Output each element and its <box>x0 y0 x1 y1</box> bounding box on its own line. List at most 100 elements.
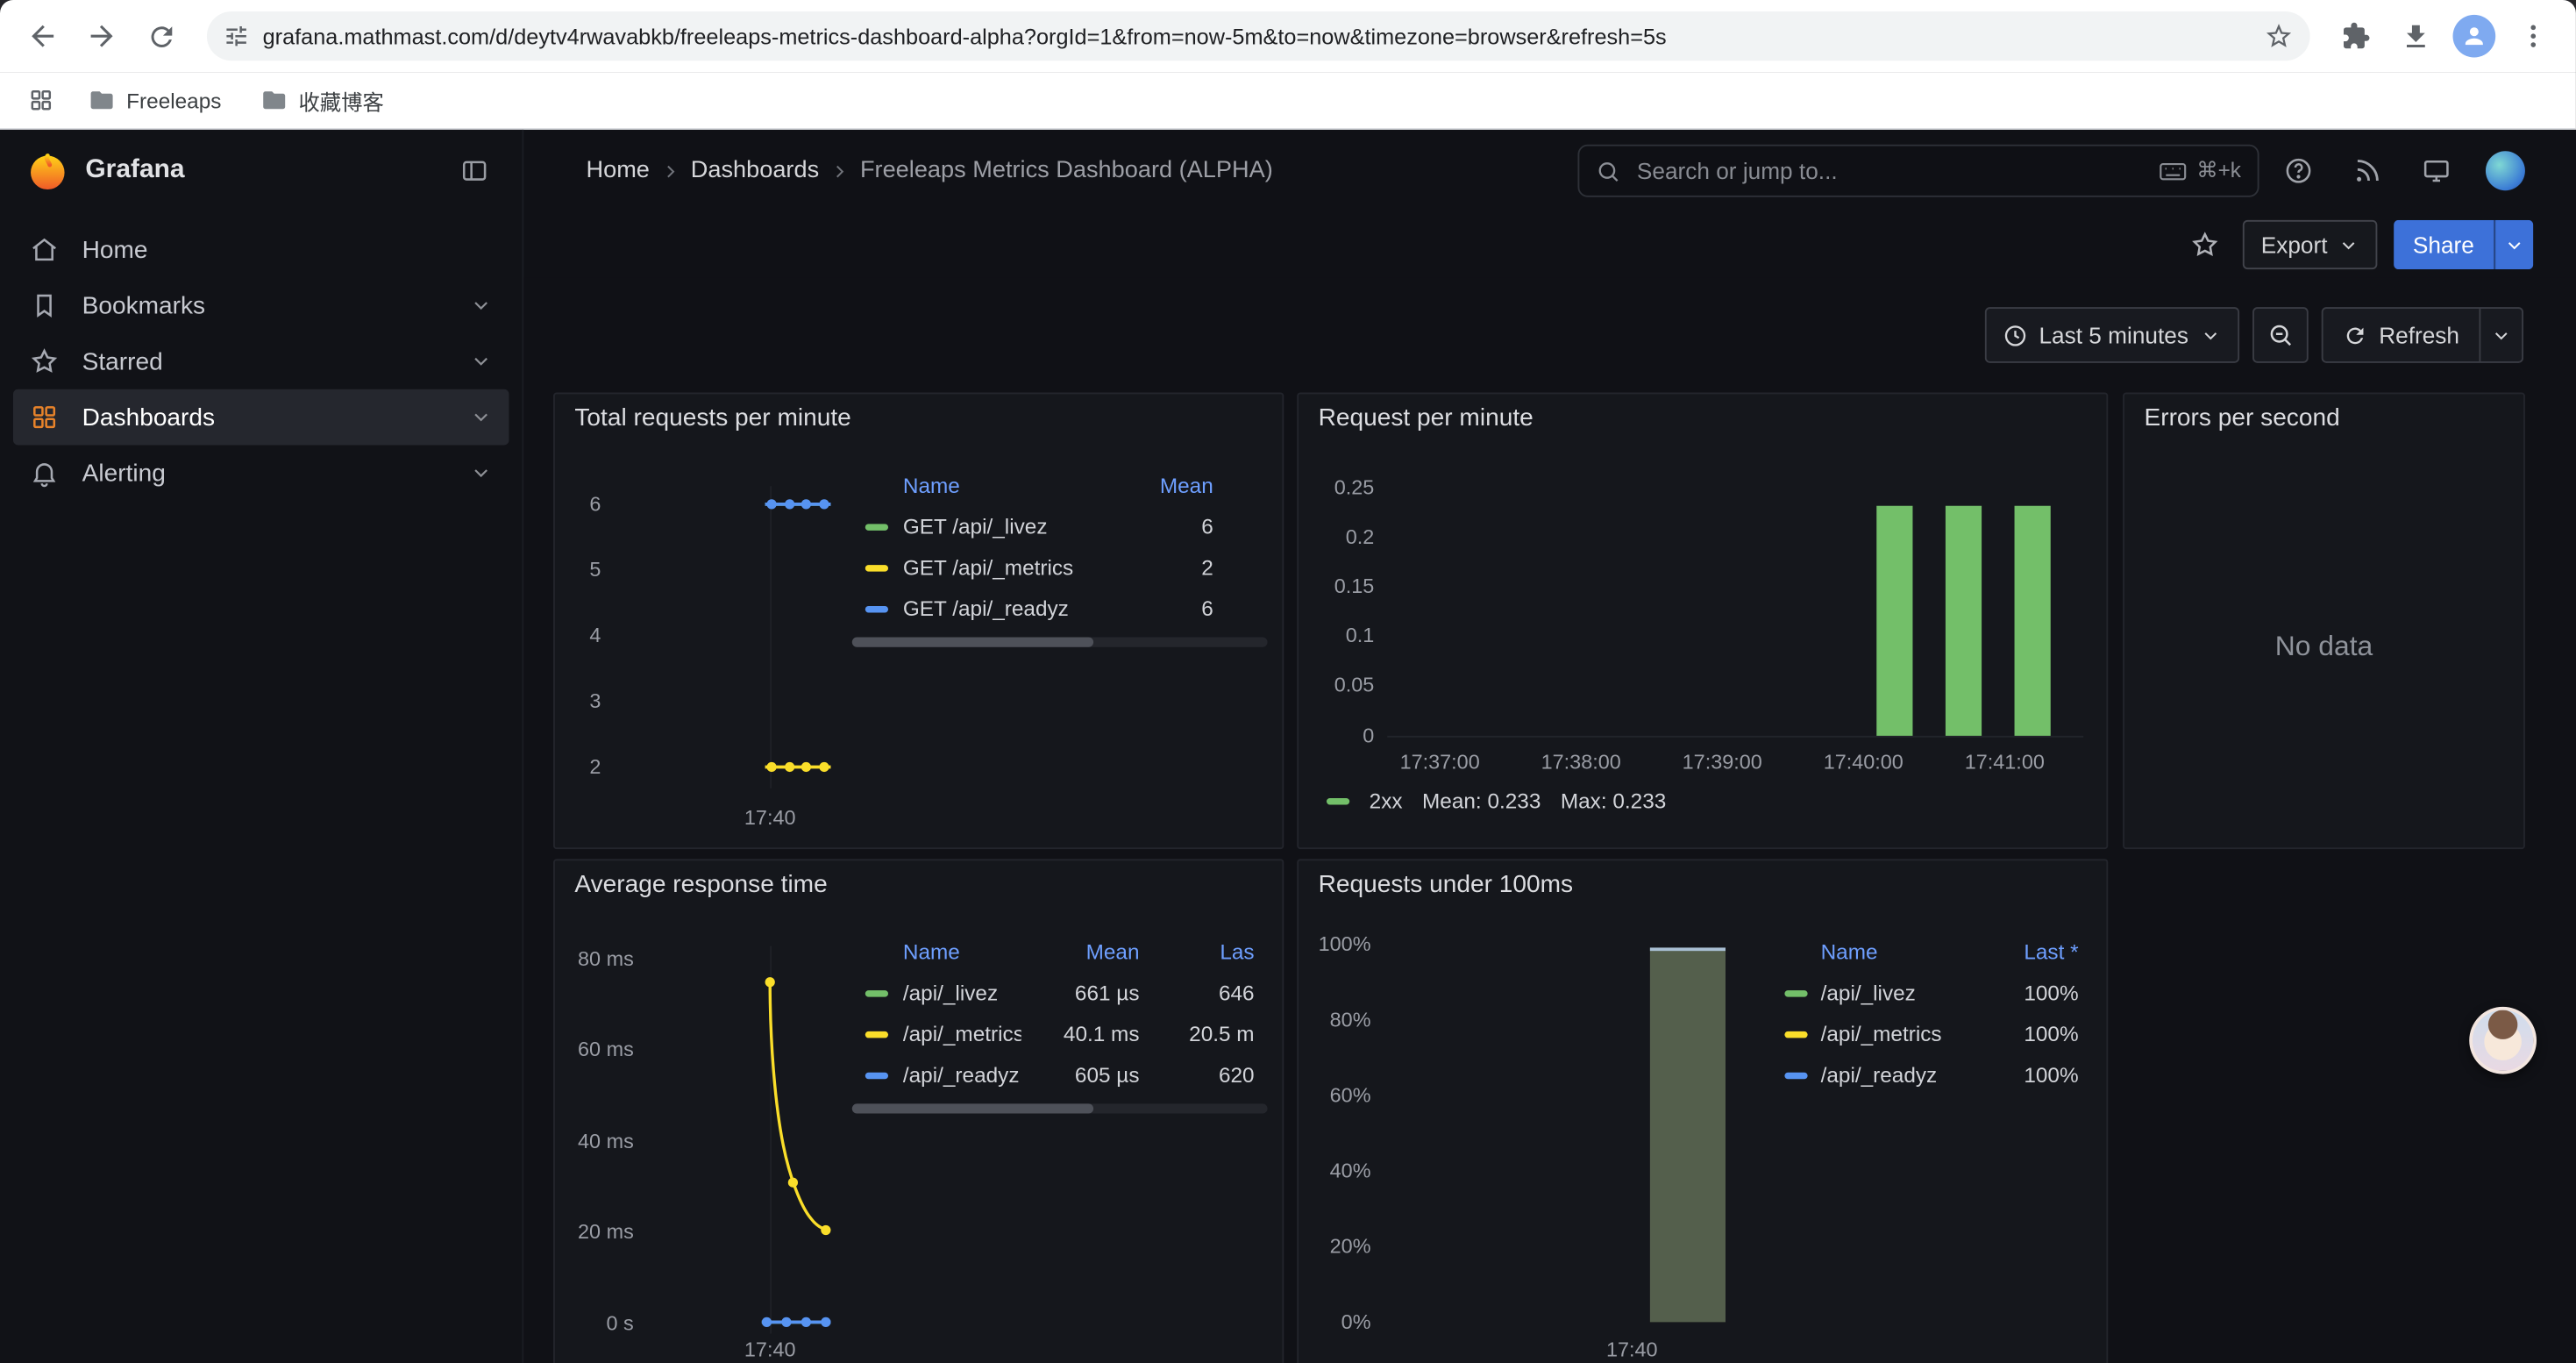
refresh-button[interactable]: Refresh <box>2323 309 2480 361</box>
scrollbar-thumb[interactable] <box>852 638 1093 647</box>
series-name[interactable]: /api/_metrics <box>1821 1022 1987 1046</box>
series-name[interactable]: GET /api/_livez <box>903 514 1105 539</box>
series-last: 100% <box>1987 1022 2079 1046</box>
search-box[interactable]: ⌘+k <box>1577 145 2259 197</box>
browser-window: grafana.mathmast.com/d/deytv4rwavabkb/fr… <box>0 0 2576 1363</box>
sidebar-item-alerting[interactable]: Alerting <box>13 445 509 501</box>
news-rss-button[interactable] <box>2341 145 2394 197</box>
back-button[interactable] <box>17 10 69 62</box>
legend-row: /api/_livez 661 µs 646 <box>852 973 1268 1014</box>
url-text[interactable]: grafana.mathmast.com/d/deytv4rwavabkb/fr… <box>263 24 2252 48</box>
export-button[interactable]: Export <box>2243 220 2377 269</box>
panel-title[interactable]: Errors per second <box>2144 404 2339 432</box>
sidebar-item-home[interactable]: Home <box>13 222 509 278</box>
breadcrumb-home[interactable]: Home <box>586 158 649 184</box>
panel-request-per-minute: Request per minute 0.25 0.2 0.15 0.1 0.0… <box>1297 393 2108 850</box>
chevron-down-icon[interactable] <box>470 406 493 429</box>
series-mean: 605 µs <box>1021 1063 1183 1088</box>
chevron-down-icon[interactable] <box>470 350 493 373</box>
forward-button[interactable] <box>75 10 128 62</box>
legend-row: /api/_metrics 100% <box>1784 1013 2078 1054</box>
series-last: 100% <box>1987 1063 2079 1088</box>
grafana-logo[interactable] <box>26 149 69 192</box>
time-range-picker[interactable]: Last 5 minutes <box>1985 307 2239 363</box>
series-color-swatch <box>1327 797 1349 803</box>
series-mean: 6 <box>1105 596 1267 621</box>
series-color-swatch <box>865 523 888 529</box>
zoom-out-button[interactable] <box>2252 307 2309 363</box>
favorite-star-button[interactable] <box>2184 224 2227 267</box>
legend-scrollbar <box>852 638 1268 647</box>
legend-row: /api/_metrics 40.1 ms 20.5 m <box>852 1013 1268 1054</box>
series-name[interactable]: GET /api/_readyz <box>903 596 1105 621</box>
series-name[interactable]: /api/_livez <box>1821 981 1987 1005</box>
series-name[interactable]: GET /api/_metrics <box>903 555 1105 580</box>
panel-title[interactable]: Requests under 100ms <box>1319 870 1573 898</box>
downloads-button[interactable] <box>2388 10 2441 62</box>
sidebar-header: Grafana <box>0 130 522 212</box>
series-name[interactable]: /api/_readyz <box>903 1063 1021 1088</box>
sidebar-item-dashboards[interactable]: Dashboards <box>13 389 509 446</box>
legend-column-name[interactable]: Name <box>903 472 1105 496</box>
floating-assistant-avatar[interactable] <box>2469 1007 2537 1074</box>
legend-column-last[interactable]: Last * <box>1987 938 2079 963</box>
clock-icon <box>2003 323 2027 347</box>
series-color-swatch <box>865 605 888 611</box>
series-color-swatch <box>1784 1031 1807 1037</box>
bookmark-star-icon[interactable] <box>2264 21 2294 51</box>
series-max: Max: 0.233 <box>1561 789 1666 813</box>
scrollbar-thumb[interactable] <box>852 1103 1093 1113</box>
address-bar[interactable]: grafana.mathmast.com/d/deytv4rwavabkb/fr… <box>207 11 2310 61</box>
series-last: 20.5 m <box>1182 1022 1267 1046</box>
series-name[interactable]: /api/_metrics <box>903 1022 1021 1046</box>
sidebar-item-label: Home <box>82 236 493 264</box>
download-icon <box>2400 20 2431 52</box>
help-button[interactable] <box>2273 145 2325 197</box>
arrow-right-icon <box>85 19 117 52</box>
extensions-button[interactable] <box>2330 10 2382 62</box>
panel-title[interactable]: Request per minute <box>1319 404 1534 432</box>
apps-grid-button[interactable] <box>19 79 62 122</box>
refresh-interval-button[interactable] <box>2479 309 2522 361</box>
legend-column-name[interactable]: Name <box>1821 938 1987 963</box>
refresh-split-button: Refresh <box>2322 307 2523 363</box>
series-name[interactable]: 2xx <box>1370 789 1403 813</box>
search-input[interactable] <box>1633 156 2159 186</box>
sidebar-toggle-button[interactable] <box>453 149 496 192</box>
legend-column-name[interactable]: Name <box>903 938 1021 963</box>
legend-table: Name Mean GET /api/_livez 6 GET /api/_me… <box>852 463 1268 629</box>
chevron-down-icon[interactable] <box>470 461 493 484</box>
panel-requests-under-100ms: Requests under 100ms 100% 80% 60% 40% 20… <box>1297 859 2108 1363</box>
browser-menu-button[interactable] <box>2507 10 2559 62</box>
x-tick: 17:40 <box>724 805 816 831</box>
tv-mode-button[interactable] <box>2410 145 2463 197</box>
apps-grid-icon <box>28 87 54 113</box>
user-menu-button[interactable] <box>2479 145 2531 197</box>
bookmark-folder-freeleaps[interactable]: Freeleaps <box>75 82 234 118</box>
profile-button[interactable] <box>2448 10 2501 62</box>
site-settings-icon[interactable] <box>224 23 250 49</box>
bookmark-label: Freeleaps <box>126 88 221 112</box>
keyboard-icon <box>2159 161 2187 182</box>
profile-avatar <box>2453 15 2496 58</box>
legend-column-mean[interactable]: Mean <box>1105 472 1267 496</box>
series-name[interactable]: /api/_readyz <box>1821 1063 1987 1088</box>
star-outline-icon <box>2190 230 2220 260</box>
breadcrumb-dashboards[interactable]: Dashboards <box>691 158 819 184</box>
chevron-down-icon[interactable] <box>470 294 493 317</box>
legend-column-mean[interactable]: Mean <box>1021 938 1183 963</box>
refresh-icon <box>2343 323 2367 347</box>
series-name[interactable]: /api/_livez <box>903 981 1021 1005</box>
folder-icon <box>89 87 115 113</box>
reload-button[interactable] <box>135 10 188 62</box>
folder-icon <box>260 87 287 113</box>
share-button[interactable]: Share <box>2393 220 2494 269</box>
sidebar-item-bookmarks[interactable]: Bookmarks <box>13 277 509 333</box>
bookmark-folder-blogs[interactable]: 收藏博客 <box>247 80 396 121</box>
sidebar-item-label: Starred <box>82 347 470 375</box>
dashboard-canvas: Last 5 minutes Refresh <box>523 277 2576 1363</box>
sidebar-item-starred[interactable]: Starred <box>13 333 509 389</box>
legend-column-last[interactable]: Las <box>1182 938 1267 963</box>
share-menu-button[interactable] <box>2494 220 2533 269</box>
reload-icon <box>146 20 177 52</box>
